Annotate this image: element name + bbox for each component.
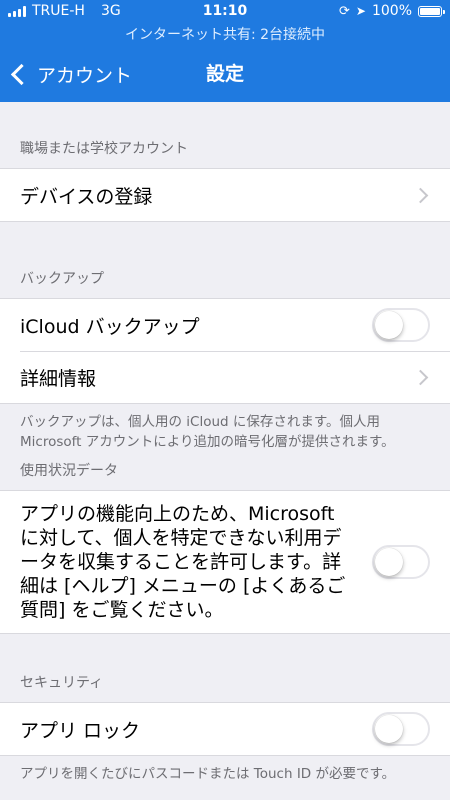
work-account-group: デバイスの登録 (0, 168, 450, 222)
usage-data-cell: アプリの機能向上のため、Microsoft に対して、個人を特定できない利用デ … (0, 490, 450, 634)
app-lock-toggle[interactable] (372, 712, 430, 746)
location-arrow-icon: ➤ (355, 4, 366, 18)
chevron-right-icon (412, 369, 429, 385)
rotation-lock-icon: ⟳ (339, 3, 350, 19)
icloud-backup-label: iCloud バックアップ (20, 315, 200, 338)
settings-screen: TRUE-H 3G 11:10 ⟳ ➤ 100% インターネット共有: 2台接続… (0, 0, 450, 800)
icloud-backup-cell: iCloud バックアップ (0, 299, 450, 351)
section-header-security: セキュリティ (20, 675, 104, 691)
section-header-backup: バックアップ (20, 271, 104, 287)
backup-footer-line1: バックアップは、個人用の iCloud に保存されます。個人用 (20, 414, 381, 430)
toggle-knob (375, 715, 403, 743)
chevron-right-icon (412, 187, 429, 203)
details-label: 詳細情報 (20, 367, 97, 390)
usage-line2: に対して、個人を特定できない利用デ (20, 527, 342, 549)
usage-line3: ータを収集することを許可します。詳 (20, 551, 342, 573)
security-footer-note: アプリを開くたびにパスコードまたは Touch ID が必要です。 (20, 766, 396, 782)
backup-footer-line2: Microsoft アカウントにより追加の暗号化層が提供されます。 (20, 434, 395, 450)
navigation-bar: アカウント 設定 (0, 46, 450, 102)
device-register-cell[interactable]: デバイスの登録 (0, 169, 450, 221)
details-cell[interactable]: 詳細情報 (0, 351, 450, 403)
usage-data-toggle[interactable] (372, 545, 430, 579)
page-title: 設定 (205, 63, 244, 85)
usage-data-description: アプリの機能向上のため、Microsoft に対して、個人を特定できない利用デ … (20, 502, 372, 622)
section-header-usage: 使用状況データ (20, 463, 118, 479)
toggle-knob (375, 548, 403, 576)
battery-icon (418, 5, 445, 17)
icloud-backup-toggle[interactable] (372, 308, 430, 342)
security-group: アプリ ロック (0, 702, 450, 756)
toggle-knob (375, 311, 403, 339)
usage-line1: アプリの機能向上のため、Microsoft (20, 503, 335, 525)
app-lock-cell: アプリ ロック (0, 703, 450, 755)
settings-list[interactable]: 職場または学校アカウント デバイスの登録 バックアップ iCloud バックアッ… (0, 102, 450, 784)
status-right: ⟳ ➤ 100% (339, 3, 445, 19)
status-bar: TRUE-H 3G 11:10 ⟳ ➤ 100% (0, 0, 450, 24)
device-register-label: デバイスの登録 (20, 185, 153, 208)
backup-group: iCloud バックアップ 詳細情報 (0, 298, 450, 404)
battery-percent: 100% (371, 3, 412, 19)
usage-line5: 質問] をご覧ください。 (20, 599, 224, 621)
app-lock-label: アプリ ロック (20, 719, 141, 742)
section-header-work: 職場または学校アカウント (20, 141, 188, 157)
hotspot-banner[interactable]: インターネット共有: 2台接続中 (0, 24, 450, 46)
usage-line4: 細は [ヘルプ] メニューの [よくあるご (20, 575, 346, 597)
backup-footer-note: バックアップは、個人用の iCloud に保存されます。個人用 Microsof… (0, 404, 450, 452)
